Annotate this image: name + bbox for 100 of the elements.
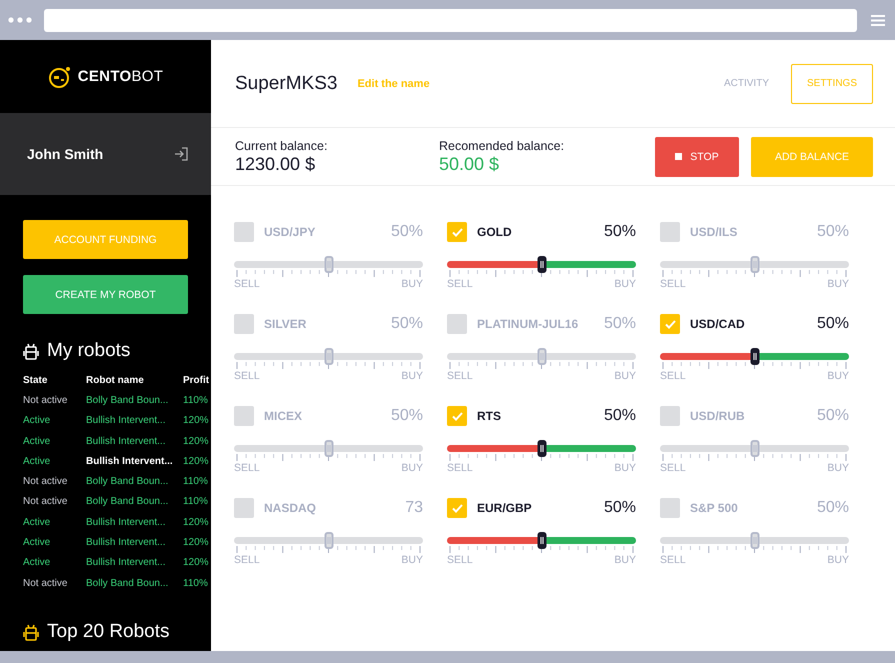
robot-row[interactable]: Active Bullish Intervent... 120%	[0, 532, 211, 553]
buy-label: BUY	[827, 370, 849, 382]
profit-cell-text: 120%	[183, 516, 210, 528]
profit-cell-text: 110%	[183, 394, 209, 406]
slider-thumb[interactable]	[750, 348, 759, 365]
instrument-name: MICEX	[264, 409, 304, 423]
buy-label: BUY	[401, 370, 423, 382]
robot-row[interactable]: Active Bullish Intervent... 120%	[0, 552, 211, 573]
buy-label: BUY	[614, 370, 636, 382]
robot-name-cell-text: Bullish Intervent...	[86, 537, 166, 548]
section-title: My robots	[47, 340, 130, 362]
slider-thumb[interactable]	[324, 532, 333, 549]
checkbox[interactable]	[447, 406, 467, 426]
instrument-value: 50%	[604, 499, 636, 517]
profit-cell-text: 120%	[183, 436, 210, 447]
robot-row[interactable]: Active Bullish Intervent... 120%	[0, 430, 211, 452]
robot-name-cell-text: Bullish Intervent...	[86, 516, 166, 528]
checkbox[interactable]	[660, 222, 680, 242]
buy-label: BUY	[401, 554, 423, 566]
sell-label: SELL	[234, 554, 260, 566]
state-cell-text: Active	[23, 456, 52, 467]
robot-name-cell-text: Bolly Band Boun...	[86, 578, 170, 589]
instrument-value: 50%	[390, 407, 423, 425]
instrument-value: 50%	[816, 499, 849, 517]
robot-name-cell-text: Bolly Band Boun...	[86, 476, 170, 488]
checkbox[interactable]	[660, 406, 680, 426]
slider-thumb[interactable]	[324, 440, 333, 457]
instrument-name: RTS	[477, 409, 502, 423]
state-cell-text: Not active	[23, 476, 68, 488]
section-title: Top 20 Robots	[47, 621, 170, 643]
slider-thumb[interactable]	[537, 348, 546, 365]
buy-label: BUY	[401, 278, 423, 290]
checkbox[interactable]	[447, 314, 467, 334]
slider-thumb[interactable]	[750, 256, 759, 273]
instrument-name: S&P 500	[690, 501, 739, 515]
robot-name-cell-text: Bullish Intervent...	[86, 557, 166, 568]
slider-thumb[interactable]	[324, 348, 333, 365]
checkbox[interactable]	[660, 314, 680, 334]
checkbox[interactable]	[234, 314, 254, 334]
state-cell-text: Not active	[23, 578, 68, 589]
checkbox[interactable]	[447, 222, 467, 242]
robot-row[interactable]: Active Bullish Intervent... 120%	[0, 410, 211, 431]
state-cell-text: Active	[23, 415, 52, 426]
instrument-value: 50%	[604, 315, 636, 333]
instrument-value: 50%	[390, 223, 423, 241]
buy-label: BUY	[614, 278, 636, 290]
address-field[interactable]	[44, 8, 857, 32]
stop-icon	[675, 153, 682, 160]
buy-label: BUY	[614, 462, 636, 474]
checkbox[interactable]	[234, 222, 254, 242]
slider-thumb[interactable]	[750, 532, 759, 549]
sign-in-icon[interactable]	[174, 147, 188, 161]
profit-cell-text: 120%	[183, 537, 210, 548]
column-header: Profit	[183, 374, 210, 386]
check-icon	[664, 320, 676, 328]
check-icon	[452, 228, 462, 236]
sell-label: SELL	[660, 462, 686, 474]
sell-label: SELL	[660, 554, 686, 566]
column-header: Robot name	[86, 374, 145, 386]
checkbox[interactable]	[447, 498, 467, 518]
profit-cell-text: 120%	[183, 415, 210, 426]
slider-thumb[interactable]	[537, 256, 546, 273]
robot-icon	[23, 342, 39, 360]
stop-button[interactable]: STOP	[655, 136, 739, 176]
robot-name-cell-text: Bolly Band Boun...	[86, 394, 170, 406]
slider-thumb[interactable]	[537, 532, 546, 549]
checkbox[interactable]	[234, 498, 254, 518]
instrument-name: GOLD	[477, 225, 513, 239]
dots-icon[interactable]	[8, 17, 32, 23]
robot-row[interactable]: Not active Bolly Band Boun... 110%	[0, 471, 211, 492]
state-cell-text: Active	[23, 436, 52, 447]
instrument-value: 50%	[816, 223, 849, 241]
slider-thumb[interactable]	[750, 440, 759, 457]
balance-label: Recomended balance:	[439, 138, 566, 152]
instrument-name: USD/JPY	[264, 225, 316, 239]
slider-thumb[interactable]	[537, 440, 546, 457]
robot-name-cell-text: Bullish Intervent...	[86, 415, 166, 426]
instrument-value: 50%	[390, 315, 423, 333]
robot-row[interactable]: Not active Bolly Band Boun... 110%	[0, 390, 211, 411]
profit-cell-text: 110%	[183, 496, 209, 508]
checkbox[interactable]	[660, 498, 680, 518]
state-cell-text: Active	[23, 516, 52, 528]
profit-cell-text: 120%	[183, 456, 210, 467]
instrument-value: 50%	[816, 407, 849, 425]
slider-thumb[interactable]	[324, 256, 333, 273]
state-cell-text: Active	[23, 557, 52, 568]
profit-cell-text: 120%	[183, 557, 210, 568]
buy-label: BUY	[827, 462, 849, 474]
instrument-value: 50%	[604, 407, 636, 425]
balance-value: 1230.00 $	[235, 152, 316, 174]
sell-label: SELL	[234, 462, 260, 474]
check-icon	[452, 412, 462, 420]
buy-label: BUY	[827, 278, 849, 290]
robot-row[interactable]: Active Bullish Intervent... 120%	[0, 512, 211, 532]
checkbox[interactable]	[234, 406, 254, 426]
menu-icon[interactable]	[871, 14, 885, 26]
robot-icon	[23, 624, 39, 640]
robot-title: SuperMKS3	[235, 72, 338, 94]
robot-row[interactable]: Not active Bolly Band Boun... 110%	[0, 492, 211, 512]
robot-row[interactable]: Not active Bolly Band Boun... 110%	[0, 572, 211, 594]
